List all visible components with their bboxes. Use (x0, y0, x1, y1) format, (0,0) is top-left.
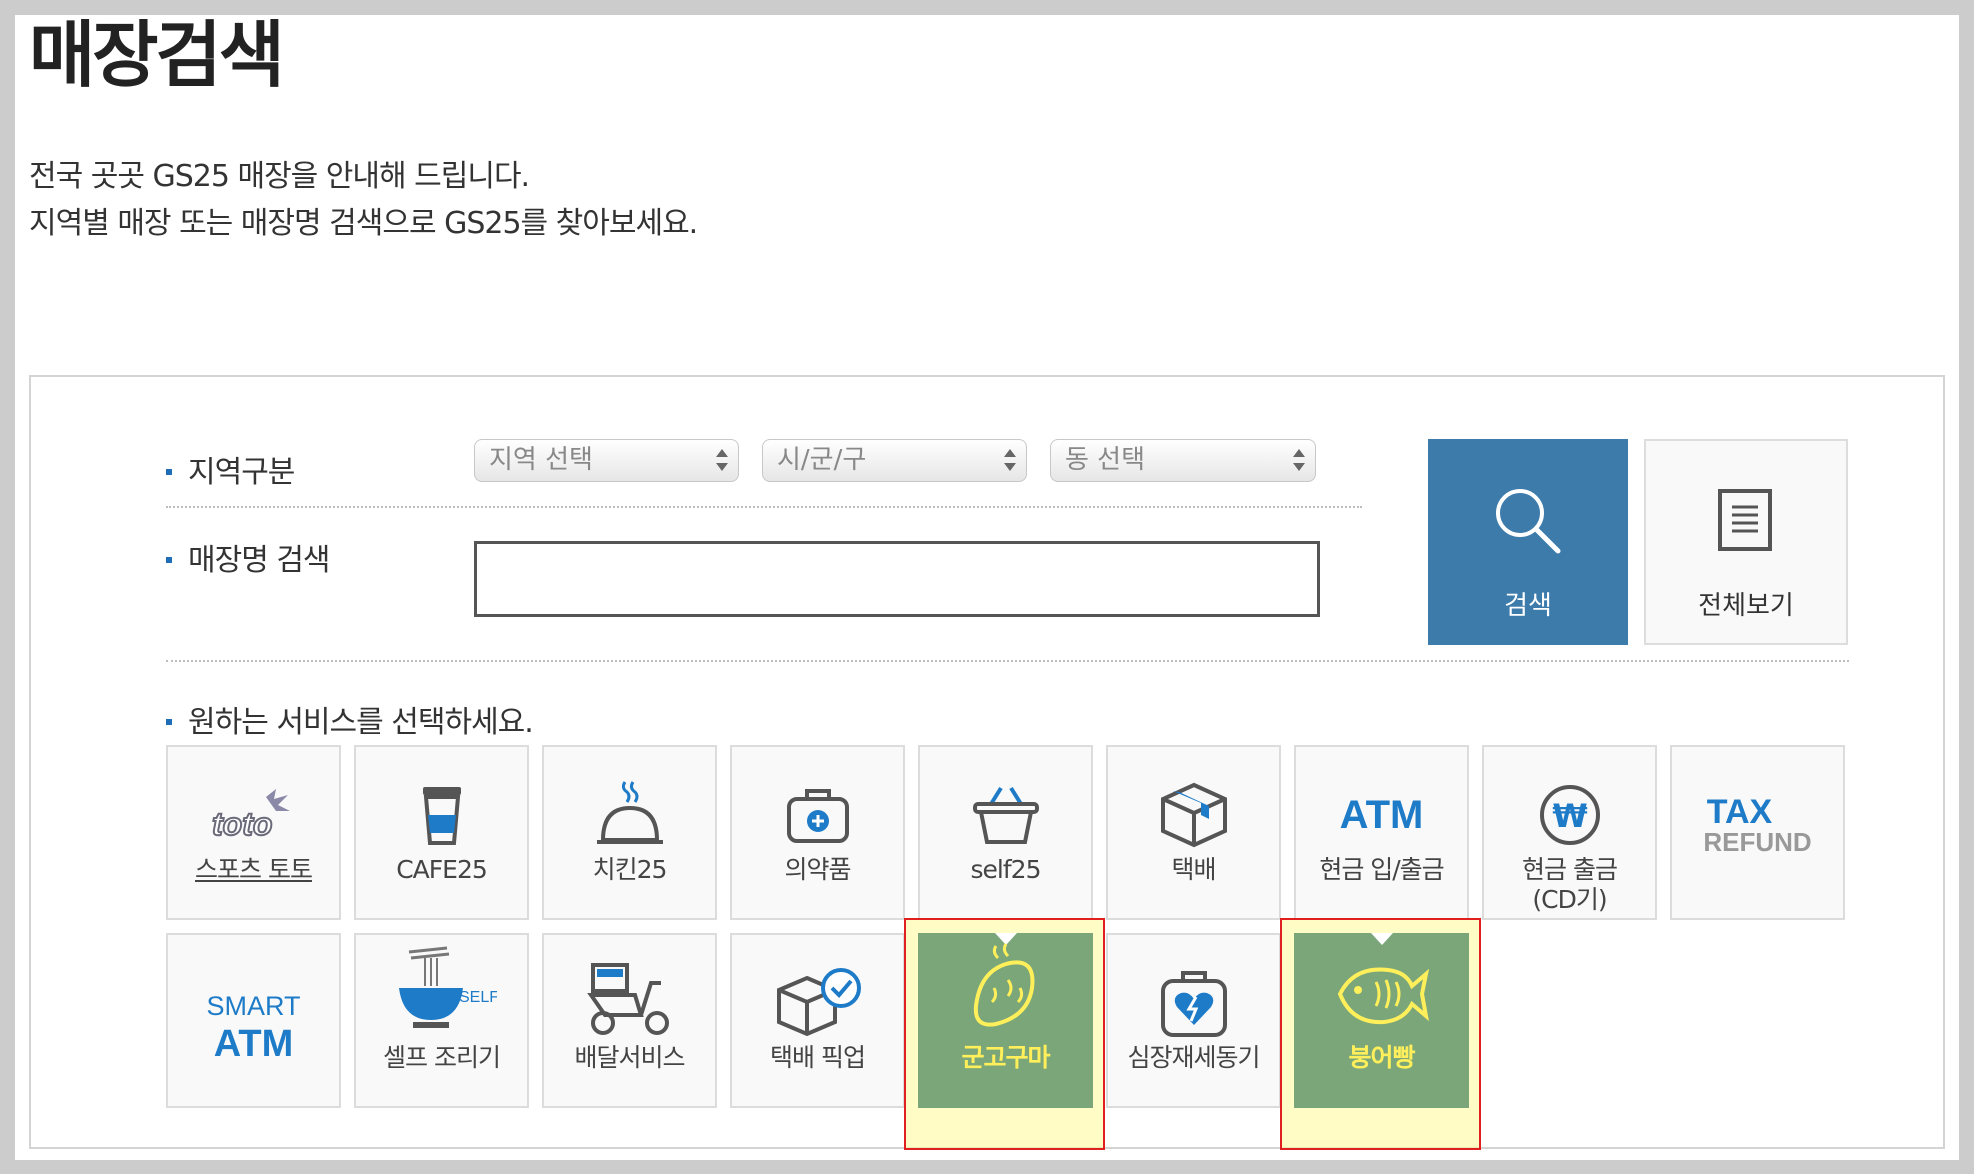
sweet-potato-icon (973, 943, 1034, 1027)
intro-text: 전국 곳곳 GS25 매장을 안내해 드립니다. 지역별 매장 또는 매장명 검… (29, 153, 698, 247)
view-all-label: 전체보기 (1698, 591, 1794, 621)
service-cafe25[interactable]: CAFE25 (354, 745, 529, 920)
bullet-dot (166, 468, 172, 475)
service-tax-refund[interactable]: TAX REFUND (1670, 745, 1845, 920)
service-label: 현금 입/출금 (1319, 855, 1444, 884)
service-label: 현금 출금 (CD기) (1522, 855, 1618, 914)
service-label: 군고구마 (961, 1043, 1050, 1072)
service-label: self25 (970, 855, 1042, 884)
atm-text-icon: ATM (1339, 792, 1424, 837)
toto-icon: toto (211, 789, 290, 843)
service-self-cooker[interactable]: SELF 셀프 조리기 (354, 933, 529, 1108)
store-search-page: 매장검색 전국 곳곳 GS25 매장을 안내해 드립니다. 지역별 매장 또는 … (15, 15, 1959, 1160)
cloche-icon (596, 781, 663, 844)
service-smart-atm[interactable]: SMART ATM (166, 933, 341, 1108)
bullet-dot (166, 718, 172, 725)
defibrillator-icon (1160, 971, 1227, 1037)
bullet-dot (166, 556, 172, 563)
fish-bread-icon (1337, 967, 1429, 1025)
service-fish-bread[interactable]: 붕어빵 (1294, 933, 1469, 1108)
service-sports-toto[interactable]: toto 스포츠 토토 (166, 745, 341, 920)
service-label: 셀프 조리기 (383, 1043, 501, 1072)
delivery-scooter-icon (586, 963, 669, 1035)
select-arrows-icon (1293, 445, 1305, 477)
service-label: 택배 픽업 (770, 1043, 866, 1072)
service-label: 택배 (1171, 855, 1216, 884)
medicine-kit-icon (786, 789, 849, 843)
divider (166, 660, 1849, 662)
self-cooker-icon: SELF (398, 946, 497, 1028)
select-arrows-icon (716, 445, 728, 477)
coffee-cup-icon (422, 787, 461, 845)
region-select[interactable]: 지역 선택 (474, 439, 739, 482)
page-title: 매장검색 (29, 13, 285, 97)
parcel-pickup-icon (776, 968, 861, 1037)
intro-line-2: 지역별 매장 또는 매장명 검색으로 GS25를 찾아보세요. (29, 206, 698, 241)
intro-line-1: 전국 곳곳 GS25 매장을 안내해 드립니다. (29, 159, 530, 194)
service-delivery[interactable]: 배달서비스 (542, 933, 717, 1108)
svg-text:₩: ₩ (1552, 797, 1587, 835)
svg-text:toto: toto (212, 806, 272, 842)
service-label: 의약품 (784, 855, 851, 884)
city-select[interactable]: 시/군/구 (762, 439, 1027, 482)
service-label: 붕어빵 (1348, 1043, 1415, 1072)
list-document-icon (1718, 489, 1772, 551)
search-panel: 지역구분 지역 선택 시/군/구 동 선택 매장명 검색 검색 전체보기 원하는… (29, 375, 1945, 1150)
region-label: 지역구분 (166, 447, 295, 491)
service-label: CAFE25 (396, 855, 488, 884)
view-all-button[interactable]: 전체보기 (1644, 439, 1848, 645)
service-defibrillator[interactable]: 심장재세동기 (1106, 933, 1281, 1108)
dong-select[interactable]: 동 선택 (1050, 439, 1316, 482)
service-label: 치킨25 (592, 855, 668, 884)
service-parcel[interactable]: 택배 (1106, 745, 1281, 920)
search-button[interactable]: 검색 (1428, 439, 1628, 645)
service-cash-deposit-withdraw[interactable]: ATM 현금 입/출금 (1294, 745, 1469, 920)
service-sweet-potato[interactable]: 군고구마 (918, 933, 1093, 1108)
service-label: 스포츠 토토 (195, 855, 313, 884)
select-arrows-icon (1004, 445, 1016, 477)
divider (166, 506, 1362, 508)
basket-icon (972, 786, 1039, 844)
services-label: 원하는 서비스를 선택하세요. (166, 697, 534, 741)
service-medicine[interactable]: 의약품 (730, 745, 905, 920)
svg-text:SELF: SELF (459, 989, 497, 1006)
tax-refund-icon: TAX REFUND (1703, 793, 1812, 857)
service-self25[interactable]: self25 (918, 745, 1093, 920)
service-label: 심장재세동기 (1127, 1043, 1260, 1072)
search-icon (1496, 489, 1561, 554)
parcel-box-icon (1160, 782, 1227, 848)
smart-atm-icon: SMART ATM (206, 991, 301, 1065)
service-label: 배달서비스 (574, 1043, 685, 1072)
service-parcel-pickup[interactable]: 택배 픽업 (730, 933, 905, 1108)
search-button-label: 검색 (1504, 591, 1552, 621)
won-coin-icon: ₩ (1539, 785, 1600, 845)
service-chicken25[interactable]: 치킨25 (542, 745, 717, 920)
store-name-input[interactable] (474, 541, 1320, 617)
service-cash-withdraw-cd[interactable]: ₩ 현금 출금 (CD기) (1482, 745, 1657, 920)
store-name-label: 매장명 검색 (166, 535, 331, 579)
